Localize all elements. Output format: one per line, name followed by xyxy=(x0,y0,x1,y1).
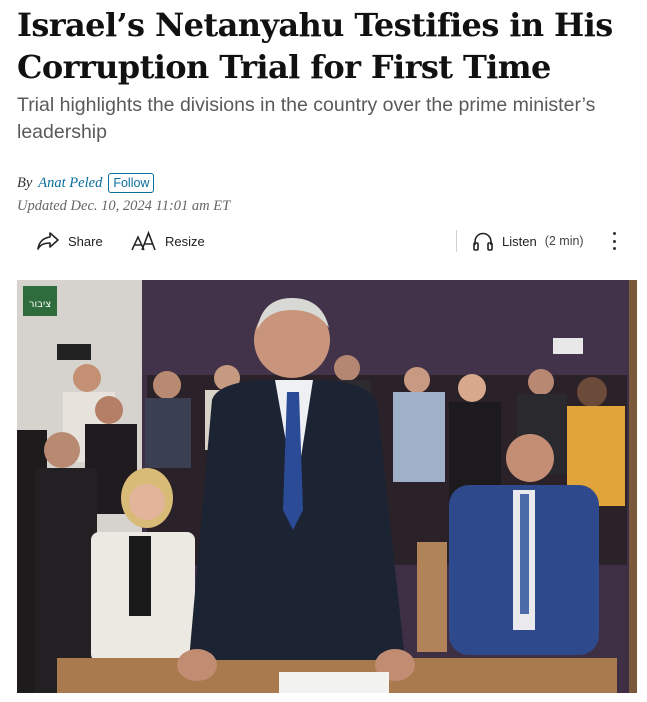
follow-button[interactable]: Follow xyxy=(108,173,155,193)
share-icon xyxy=(37,232,59,250)
share-label: Share xyxy=(68,233,103,249)
byline: By Anat Peled Follow xyxy=(17,172,155,194)
headphones-icon xyxy=(473,232,493,251)
listen-label: Listen xyxy=(502,233,537,249)
article-toolbar: Share Resize Listen (2 min) xyxy=(0,226,647,256)
dot-icon xyxy=(612,239,616,243)
courtroom-illustration: ציבור xyxy=(17,280,637,693)
updated-timestamp: Updated Dec. 10, 2024 11:01 am ET xyxy=(17,198,231,214)
headline: Israel’s Netanyahu Testifies in His Corr… xyxy=(17,6,613,86)
toolbar-divider xyxy=(456,230,457,252)
dek-subtitle: Trial highlights the divisions in the co… xyxy=(17,94,596,143)
dot-icon xyxy=(612,247,616,250)
resize-label: Resize xyxy=(165,233,205,249)
dot-icon xyxy=(612,232,616,235)
wall-sign: ציבור xyxy=(29,299,51,310)
listen-duration: (2 min) xyxy=(544,234,584,248)
resize-button[interactable]: Resize xyxy=(131,226,205,256)
text-resize-icon xyxy=(131,230,156,251)
share-button[interactable]: Share xyxy=(36,226,103,256)
listen-button[interactable]: Listen (2 min) xyxy=(472,226,584,256)
byline-prefix: By xyxy=(17,174,33,191)
more-options-button[interactable] xyxy=(604,230,624,252)
author-link[interactable]: Anat Peled xyxy=(38,175,102,192)
lead-photo: ציבור xyxy=(17,280,637,693)
